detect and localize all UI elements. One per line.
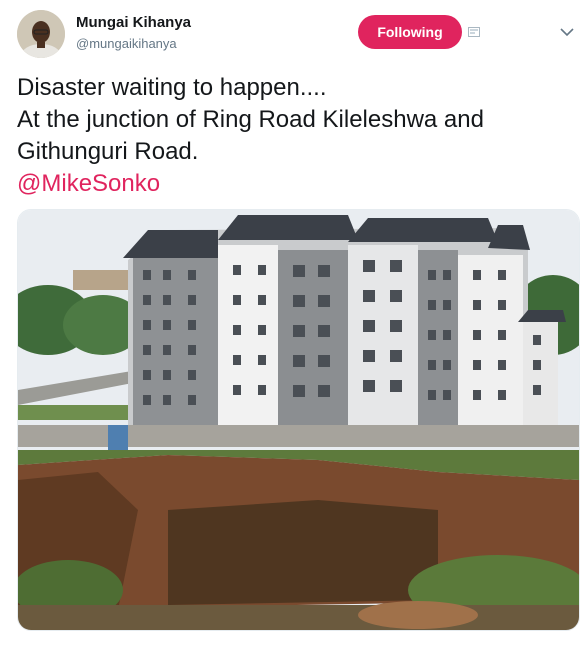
author-name[interactable]: Mungai Kihanya	[76, 14, 191, 31]
tweet-text-line: At the junction of Ring Road Kileleshwa …	[17, 106, 484, 133]
mention-link[interactable]: @MikeSonko	[17, 168, 577, 200]
avatar[interactable]	[17, 10, 65, 58]
author-handle[interactable]: @mungaikihanya	[76, 36, 177, 51]
chevron-down-icon[interactable]	[560, 27, 574, 37]
tweet-text: Disaster waiting to happen.... At the ju…	[17, 72, 577, 200]
tweet-header: Mungai Kihanya @mungaikihanya Following	[0, 0, 587, 62]
avatar-photo	[17, 10, 65, 58]
notification-icon[interactable]	[468, 27, 480, 37]
tweet-text-line: Disaster waiting to happen....	[17, 74, 327, 101]
building-photo	[18, 210, 579, 630]
tweet-text-line: Githunguri Road.	[17, 138, 199, 165]
tweet-photo[interactable]	[17, 209, 580, 631]
following-button[interactable]: Following	[358, 15, 462, 49]
